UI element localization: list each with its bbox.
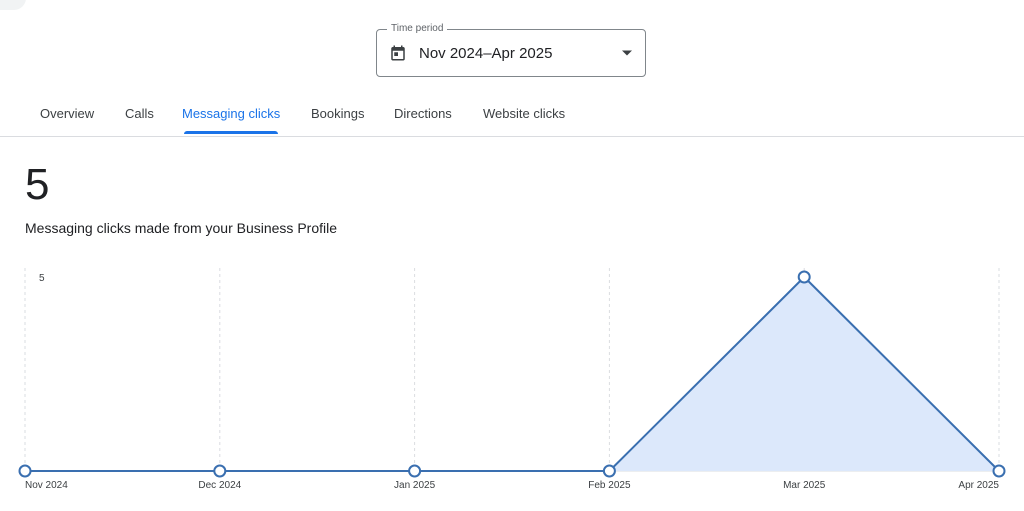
data-point xyxy=(602,464,616,478)
time-period-value: Nov 2024–Apr 2025 xyxy=(419,45,553,62)
total-count: 5 xyxy=(25,160,50,209)
data-point xyxy=(213,464,227,478)
x-tick-label: Feb 2025 xyxy=(588,480,631,491)
tab-directions[interactable]: Directions xyxy=(394,96,452,134)
corner-shape xyxy=(0,0,26,10)
x-tick-label: Mar 2025 xyxy=(783,480,826,491)
dropdown-arrow-icon[interactable] xyxy=(621,49,633,57)
time-period-select[interactable]: Time period Nov 2024–Apr 2025 xyxy=(376,21,646,77)
x-tick-label: Dec 2024 xyxy=(198,480,241,491)
data-point xyxy=(18,464,32,478)
tab-bookings[interactable]: Bookings xyxy=(311,96,364,134)
y-tick-label: 5 xyxy=(39,273,45,284)
total-description: Messaging clicks made from your Business… xyxy=(25,220,338,236)
data-point xyxy=(408,464,422,478)
tab-messaging-clicks[interactable]: Messaging clicks xyxy=(182,96,280,134)
data-point xyxy=(797,270,811,284)
messaging-clicks-chart: 5 Nov 2024 Dec 2024 Jan 2025 Feb 2025 Mar 202… xyxy=(18,268,1006,491)
calendar-icon xyxy=(391,45,405,61)
tab-website-clicks[interactable]: Website clicks xyxy=(483,96,565,134)
tab-calls[interactable]: Calls xyxy=(125,96,154,134)
x-tick-label: Nov 2024 xyxy=(25,480,68,491)
time-period-label: Time period xyxy=(387,21,448,37)
x-tick-label: Apr 2025 xyxy=(958,480,999,491)
data-point xyxy=(992,464,1006,478)
tab-bar: Overview Calls Messaging clicks Bookings… xyxy=(0,96,1024,137)
series-area xyxy=(25,277,999,471)
tab-overview[interactable]: Overview xyxy=(40,96,94,134)
x-tick-label: Jan 2025 xyxy=(394,480,436,491)
